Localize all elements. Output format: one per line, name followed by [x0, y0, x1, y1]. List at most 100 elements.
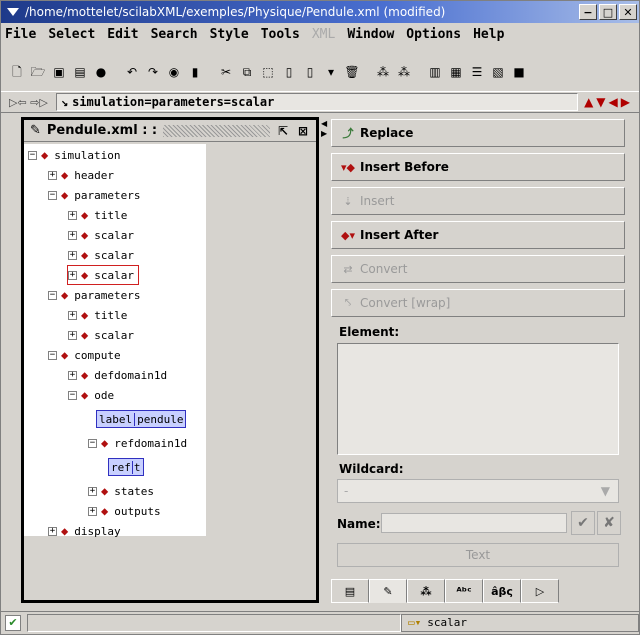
cut-icon[interactable]: ✂ [218, 64, 234, 80]
tab-spell-check[interactable]: ᴬᵇᶜ [445, 579, 483, 603]
expand-icon[interactable]: + [48, 526, 57, 536]
text-button[interactable]: Text [337, 543, 619, 567]
delete-icon[interactable]: 🗑 [344, 64, 360, 80]
menu-edit[interactable]: Edit [107, 27, 138, 42]
paste-before-icon[interactable]: ⬚ [260, 64, 276, 80]
collapse-icon[interactable]: − [48, 190, 57, 200]
tab-tree[interactable]: ⁂ [407, 579, 445, 603]
title-bar[interactable]: /home/mottelet/scilabXML/exemples/Physiq… [1, 1, 639, 23]
undo-icon[interactable]: ↶ [124, 64, 140, 80]
insert-before-button[interactable]: ▾◆ Insert Before [331, 153, 625, 181]
layout-split-icon[interactable]: ▥ [427, 64, 443, 80]
validate-icon[interactable]: ◉ [166, 64, 182, 80]
clear-button[interactable]: ✘ [597, 511, 621, 535]
paste-after-icon[interactable]: ▯ [302, 64, 318, 80]
document-icon[interactable]: ▮ [187, 64, 203, 80]
expand-icon[interactable]: + [88, 506, 97, 516]
collapse-icon[interactable]: − [68, 390, 77, 400]
tree-node[interactable]: + ◆ title [68, 206, 127, 224]
menu-options[interactable]: Options [406, 27, 461, 42]
save-all-icon[interactable]: ▤ [72, 64, 88, 80]
new-file-icon[interactable]: 🗋 [9, 64, 25, 80]
expand-icon[interactable]: + [68, 310, 77, 320]
history-nav-icon[interactable]: ▷⇦ ⇨▷ [9, 96, 48, 109]
tree-node[interactable]: ref t [108, 458, 144, 476]
tab-attributes[interactable]: ▤ [331, 579, 369, 603]
redo-icon[interactable]: ↷ [145, 64, 161, 80]
tree-node[interactable]: + ◆ defdomain1d [68, 366, 167, 384]
tree-node[interactable]: label pendule [96, 410, 187, 428]
splitter-right-arrow-icon[interactable]: ▶ [321, 129, 327, 138]
collapse-icon[interactable]: − [28, 150, 37, 160]
open-file-icon[interactable]: 🗁 [30, 64, 46, 80]
tree-node[interactable]: + ◆ display [48, 522, 121, 540]
close-button[interactable]: ✕ [619, 4, 637, 20]
paste-menu-icon[interactable]: ▾ [323, 64, 339, 80]
tree-node[interactable]: + ◆ scalar [68, 226, 134, 244]
element-list[interactable] [337, 343, 619, 455]
tree-node[interactable]: − ◆ parameters [48, 286, 140, 304]
convert-wrap-button[interactable]: ⤣ Convert [wrap] [331, 289, 625, 317]
menu-search[interactable]: Search [151, 27, 198, 42]
find-icon[interactable]: ⁂ [375, 64, 391, 80]
find-next-icon[interactable]: ⁂ [396, 64, 412, 80]
expand-icon[interactable]: + [68, 250, 77, 260]
insert-button[interactable]: ⇣ Insert [331, 187, 625, 215]
expand-icon[interactable]: + [68, 330, 77, 340]
menu-window[interactable]: Window [347, 27, 394, 42]
layout-single-icon[interactable]: ■ [511, 64, 527, 80]
tree-node[interactable]: + ◆ header [48, 166, 114, 184]
expand-icon[interactable]: + [88, 486, 97, 496]
path-navigation-arrows-icon[interactable]: ▲▼◀▶ [584, 95, 633, 109]
tree-node[interactable]: − ◆ parameters [48, 186, 140, 204]
expand-icon[interactable]: + [48, 170, 57, 180]
collapse-icon[interactable]: − [48, 350, 57, 360]
panel-splitter[interactable]: ◀ ▶ [319, 117, 331, 603]
name-input[interactable] [381, 513, 567, 533]
detach-icon[interactable]: ⇱ [276, 124, 290, 138]
insert-after-button[interactable]: ◆▾ Insert After [331, 221, 625, 249]
minimize-button[interactable]: − [579, 4, 597, 20]
tree-node[interactable]: − ◆ ode [68, 386, 114, 404]
tree-node[interactable]: − ◆ simulation [28, 146, 120, 164]
tree-node[interactable]: + ◆ title [68, 306, 127, 324]
replace-button[interactable]: ⤴ Replace [331, 119, 625, 147]
path-field[interactable]: ↘ simulation=parameters=scalar [55, 93, 579, 111]
confirm-button[interactable]: ✔ [571, 511, 595, 535]
tree-node[interactable]: + ◆ scalar [68, 246, 134, 264]
tree-node[interactable]: − ◆ refdomain1d [88, 434, 187, 452]
wildcard-select[interactable]: - ▼ [337, 479, 619, 503]
close-panel-icon[interactable]: ⊠ [296, 124, 310, 138]
menu-style[interactable]: Style [210, 27, 249, 42]
tree-node[interactable]: + ◆ states [88, 482, 154, 500]
tree-node-selected[interactable]: + ◆ scalar [67, 265, 139, 285]
maximize-button[interactable]: □ [599, 4, 617, 20]
expand-icon[interactable]: + [68, 210, 77, 220]
layout-grid-icon[interactable]: ▧ [490, 64, 506, 80]
selection-indicator[interactable]: ▭▾ scalar [401, 613, 639, 632]
save-icon[interactable]: ▣ [51, 64, 67, 80]
paste-icon[interactable]: ▯ [281, 64, 297, 80]
tab-characters[interactable]: âβς [483, 579, 521, 603]
valid-check-icon[interactable]: ✔ [5, 614, 21, 631]
tree-node[interactable]: − ◆ compute [48, 346, 121, 364]
layout-rows-icon[interactable]: ☰ [469, 64, 485, 80]
collapse-icon[interactable]: − [48, 290, 57, 300]
menu-file[interactable]: File [5, 27, 36, 42]
window-menu-icon[interactable] [3, 3, 23, 21]
expand-icon[interactable]: + [68, 230, 77, 240]
expand-icon[interactable]: + [68, 270, 77, 280]
expand-icon[interactable]: + [68, 370, 77, 380]
tree-node[interactable]: + ◆ scalar [68, 326, 134, 344]
splitter-left-arrow-icon[interactable]: ◀ [321, 119, 327, 128]
menu-tools[interactable]: Tools [261, 27, 300, 42]
tab-clipboard[interactable]: ▷ [521, 579, 559, 603]
collapse-icon[interactable]: − [88, 438, 97, 448]
drag-grip[interactable] [163, 124, 270, 137]
print-icon[interactable]: ● [93, 64, 109, 80]
layout-columns-icon[interactable]: ▦ [448, 64, 464, 80]
menu-select[interactable]: Select [48, 27, 95, 42]
copy-icon[interactable]: ⧉ [239, 64, 255, 80]
tab-edit[interactable]: ✎ [369, 579, 407, 603]
menu-help[interactable]: Help [473, 27, 504, 42]
